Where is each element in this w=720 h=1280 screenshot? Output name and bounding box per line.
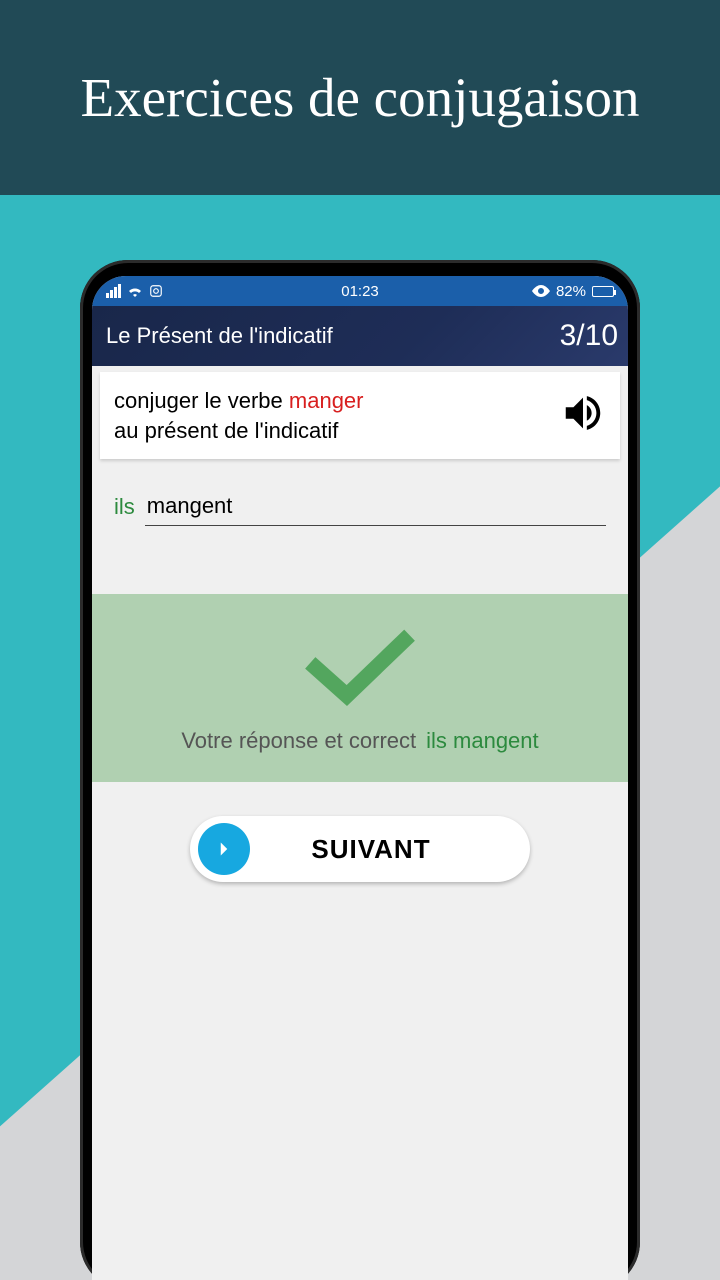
wifi-icon: [127, 285, 143, 297]
next-button[interactable]: SUIVANT: [190, 816, 530, 882]
feedback-message: Votre réponse et correct: [181, 728, 416, 754]
next-label: SUIVANT: [250, 834, 522, 865]
status-left: [106, 284, 163, 298]
signal-icon: [106, 284, 121, 298]
feedback-panel: Votre réponse et correct ils mangent: [92, 594, 628, 782]
battery-percent: 82%: [556, 283, 586, 300]
next-arrow-icon: [198, 823, 250, 875]
checkmark-icon: [305, 628, 415, 708]
camera-icon: [149, 284, 163, 298]
status-time: 01:23: [341, 283, 379, 300]
instruction-prefix: conjuger le verbe: [114, 388, 289, 413]
battery-icon: [592, 286, 614, 297]
speaker-icon[interactable]: [560, 390, 606, 436]
next-button-wrap: SUIVANT: [92, 816, 628, 882]
instruction-suffix: au présent de l'indicatif: [114, 418, 338, 443]
answer-row: ils: [92, 459, 628, 534]
eye-icon: [532, 285, 550, 297]
question-progress: 3/10: [560, 319, 618, 353]
app-bar: Le Présent de l'indicatif 3/10: [92, 306, 628, 366]
promo-header: Exercices de conjugaison: [0, 0, 720, 195]
phone-frame: 01:23 82% Le Présent de l'indicatif 3/10…: [80, 260, 640, 1280]
promo-title: Exercices de conjugaison: [81, 66, 640, 129]
status-bar: 01:23 82%: [92, 276, 628, 306]
pronoun-label: ils: [114, 494, 135, 526]
instruction-text: conjuger le verbe manger au présent de l…: [114, 386, 363, 445]
instruction-verb: manger: [289, 388, 364, 413]
phone-screen: 01:23 82% Le Présent de l'indicatif 3/10…: [92, 276, 628, 1280]
instruction-card: conjuger le verbe manger au présent de l…: [100, 372, 620, 459]
feedback-line: Votre réponse et correct ils mangent: [112, 728, 608, 754]
status-right: 82%: [532, 283, 614, 300]
answer-input[interactable]: [145, 489, 606, 526]
correct-answer: ils mangent: [426, 728, 539, 754]
app-title: Le Présent de l'indicatif: [106, 323, 333, 349]
